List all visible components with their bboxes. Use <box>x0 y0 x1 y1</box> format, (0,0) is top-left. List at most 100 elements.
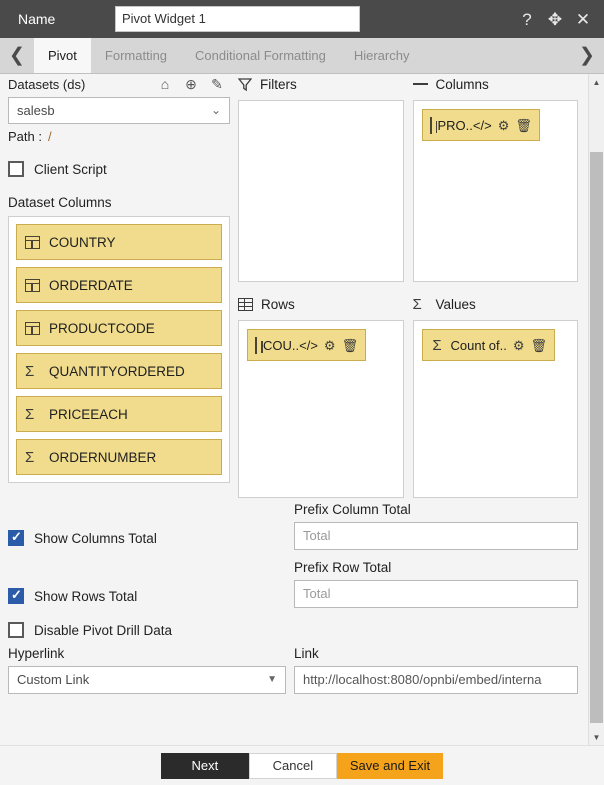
prefix-column-total-label: Prefix Column Total <box>294 502 411 517</box>
dataset-column-label: ORDERNUMBER <box>49 449 157 465</box>
show-columns-total-row[interactable]: Show Columns Total <box>8 529 294 546</box>
gear-icon[interactable]: ⚙ <box>324 339 336 352</box>
tab-conditional-formatting[interactable]: Conditional Formatting <box>181 38 340 73</box>
rows-dropzone[interactable]: COU..</> ⚙ 🗑 <box>238 320 404 498</box>
prefix-column-total-input[interactable]: Total <box>294 522 578 550</box>
dataset-column-label: PRICEEACH <box>49 406 128 422</box>
values-chip-label: Count of.. <box>450 337 507 353</box>
scrollbar-thumb[interactable] <box>590 152 603 723</box>
values-title: Values <box>435 296 476 312</box>
edit-dataset-icon[interactable]: ✎ <box>204 76 230 93</box>
dataset-column-item[interactable]: COUNTRY <box>16 224 222 260</box>
trash-icon[interactable]: 🗑 <box>531 339 548 352</box>
columns-dropzone[interactable]: PRO..</> ⚙ 🗑 <box>412 100 578 282</box>
trash-icon[interactable]: 🗑 <box>515 119 532 132</box>
dataset-column-label: ORDERDATE <box>49 277 133 293</box>
filters-dropzone[interactable] <box>238 100 404 282</box>
values-chip[interactable]: Σ Count of.. ⚙ 🗑 <box>421 329 556 361</box>
grid-icon <box>238 297 253 311</box>
home-icon[interactable]: ⌂ <box>152 76 178 92</box>
scroll-up-arrow-icon[interactable]: ▲ <box>589 74 604 90</box>
columns-header: Columns <box>412 74 579 94</box>
path-label: Path : <box>8 129 42 144</box>
dataset-path: Path : / <box>8 129 230 144</box>
link-input[interactable]: http://localhost:8080/opnbi/embed/intern… <box>294 666 578 694</box>
columns-total-row: Show Columns Total Prefix Column Total T… <box>8 502 578 550</box>
show-columns-total-checkbox[interactable] <box>8 529 24 546</box>
cancel-button[interactable]: Cancel <box>248 752 337 779</box>
hyperlink-label: Hyperlink <box>8 646 65 661</box>
tab-pivot[interactable]: Pivot <box>34 38 91 73</box>
dataset-select[interactable]: salesb ⌄ <box>8 97 230 124</box>
show-rows-total-checkbox[interactable] <box>8 587 24 604</box>
datasets-title: Datasets (ds) <box>8 76 86 92</box>
dialog-footer: Next Cancel Save and Exit <box>0 745 604 785</box>
show-columns-total-label: Show Columns Total <box>34 530 157 546</box>
dataset-columns-title: Dataset Columns <box>8 195 112 210</box>
link-cell: Link http://localhost:8080/opnbi/embed/i… <box>294 646 578 694</box>
dataset-column-item[interactable]: PRODUCTCODE <box>16 310 222 346</box>
rows-chip[interactable]: COU..</> ⚙ 🗑 <box>247 329 367 361</box>
filters-header: Filters <box>238 74 404 94</box>
columns-zone: Columns PRO..</> ⚙ 🗑 <box>412 74 579 282</box>
disable-pivot-drill-checkbox[interactable] <box>8 622 24 638</box>
dataset-column-label: QUANTITYORDERED <box>49 363 185 379</box>
chevron-down-icon: ▼ <box>267 674 277 685</box>
show-columns-total-cell: Show Columns Total <box>8 502 294 546</box>
tabs-prev-arrow-icon[interactable]: ❮ <box>0 38 34 73</box>
help-icon[interactable]: ? <box>516 11 538 28</box>
dataset-column-item[interactable]: Σ ORDERNUMBER <box>16 439 222 475</box>
scroll-area: Datasets (ds) ⌂ ⊕ ✎ salesb ⌄ Path : / Cli… <box>0 74 588 745</box>
gear-icon[interactable]: ⚙ <box>513 339 525 352</box>
datasets-header: Datasets (ds) ⌂ ⊕ ✎ <box>8 74 230 94</box>
tabs-next-arrow-icon[interactable]: ❯ <box>570 38 604 73</box>
scroll-down-arrow-icon[interactable]: ▼ <box>589 729 604 745</box>
next-button[interactable]: Next <box>160 752 249 779</box>
hyperlink-cell: Hyperlink Custom Link ▼ <box>8 646 294 694</box>
trash-icon[interactable]: 🗑 <box>342 339 359 352</box>
prefix-row-total-input[interactable]: Total <box>294 580 578 608</box>
columns-chip[interactable]: PRO..</> ⚙ 🗑 <box>421 109 540 141</box>
pivot-settings-panel: Datasets (ds) ⌂ ⊕ ✎ salesb ⌄ Path : / Cli… <box>0 74 604 745</box>
name-label: Name <box>18 11 56 27</box>
sigma-icon: Σ <box>25 448 35 466</box>
table-icon <box>25 278 40 292</box>
filter-icon <box>238 77 252 91</box>
client-script-row[interactable]: Client Script <box>8 161 230 177</box>
widget-name-input[interactable]: Pivot Widget 1 <box>115 6 360 32</box>
dropzone-row-bottom: Rows COU..</> ⚙ 🗑 Σ Values Σ Count of.. … <box>238 294 578 498</box>
dataset-columns-list: COUNTRY ORDERDATE PRODUCTCODE Σ QUANTITY… <box>8 216 230 483</box>
vertical-scrollbar[interactable]: ▲ ▼ <box>588 74 604 745</box>
dataset-select-value: salesb <box>17 103 55 118</box>
dataset-column-item[interactable]: Σ PRICEEACH <box>16 396 222 432</box>
dataset-column-item[interactable]: Σ QUANTITYORDERED <box>16 353 222 389</box>
rows-title: Rows <box>261 296 295 312</box>
dataset-column-item[interactable]: ORDERDATE <box>16 267 222 303</box>
disable-drill-row[interactable]: Disable Pivot Drill Data <box>8 622 578 638</box>
hyperlink-select[interactable]: Custom Link ▼ <box>8 666 286 694</box>
filters-zone: Filters <box>238 74 404 282</box>
save-and-exit-button[interactable]: Save and Exit <box>336 752 444 779</box>
tab-bar: ❮ Pivot Formatting Conditional Formattin… <box>0 38 604 74</box>
tab-formatting[interactable]: Formatting <box>90 38 182 73</box>
sigma-icon: Σ <box>412 295 422 313</box>
table-icon <box>429 116 432 134</box>
chevron-down-icon: ⌄ <box>210 103 221 117</box>
add-dataset-icon[interactable]: ⊕ <box>178 76 204 93</box>
close-icon[interactable]: ✕ <box>572 11 594 28</box>
show-rows-total-cell: Show Rows Total <box>8 560 294 604</box>
hyperlink-row: Hyperlink Custom Link ▼ Link http://loca… <box>8 646 578 694</box>
prefix-column-total-cell: Prefix Column Total Total <box>294 502 578 550</box>
window-titlebar: Name Pivot Widget 1 ? ✥ ✕ <box>0 0 604 38</box>
columns-icon <box>412 81 428 88</box>
rows-chip-label: COU..</> <box>263 337 318 353</box>
dataset-column-label: COUNTRY <box>49 234 116 250</box>
columns-title: Columns <box>435 76 489 92</box>
move-icon[interactable]: ✥ <box>544 11 566 28</box>
values-dropzone[interactable]: Σ Count of.. ⚙ 🗑 <box>412 320 578 498</box>
path-value: / <box>47 129 52 144</box>
gear-icon[interactable]: ⚙ <box>498 119 510 132</box>
tab-hierarchy[interactable]: Hierarchy <box>339 38 424 73</box>
show-rows-total-row[interactable]: Show Rows Total <box>8 587 294 604</box>
client-script-checkbox[interactable] <box>8 161 24 177</box>
